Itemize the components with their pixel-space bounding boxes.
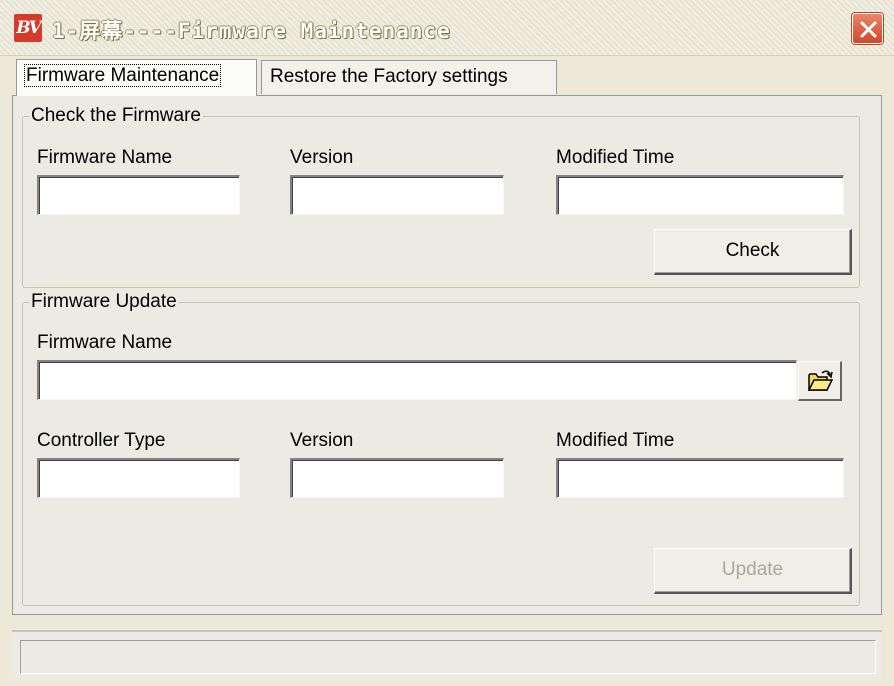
firmware-path-field[interactable] (37, 360, 797, 400)
controller-type-label: Controller Type (37, 430, 166, 451)
status-bar (12, 630, 882, 678)
update-button[interactable]: Update (654, 548, 852, 594)
modified-time-label: Modified Time (556, 147, 675, 168)
app-icon: BV (14, 14, 42, 42)
browse-button[interactable] (798, 361, 842, 401)
check-button[interactable]: Check (654, 229, 852, 275)
controller-type-field[interactable] (37, 458, 240, 498)
close-button[interactable] (852, 13, 883, 44)
update-version-label: Version (290, 430, 354, 451)
title-bar[interactable]: BV 1-屏幕----Firmware Maintenance (0, 0, 894, 56)
update-modified-time-field[interactable] (556, 458, 844, 498)
tab-label: Restore the Factory settings (270, 66, 508, 87)
group-legend: Check the Firmware (29, 105, 203, 127)
status-panel (20, 640, 876, 674)
firmware-name-label: Firmware Name (37, 147, 173, 168)
close-icon (860, 21, 877, 38)
folder-open-icon (807, 370, 833, 391)
tab-firmware-maintenance[interactable]: Firmware Maintenance (16, 59, 257, 96)
modified-time-field[interactable] (556, 175, 844, 215)
firmware-name-field[interactable] (37, 175, 240, 215)
group-legend: Firmware Update (29, 291, 179, 313)
version-field[interactable] (290, 175, 504, 215)
update-firmware-name-label: Firmware Name (37, 332, 173, 353)
tab-label: Firmware Maintenance (23, 64, 222, 87)
version-label: Version (290, 147, 354, 168)
update-modified-time-label: Modified Time (556, 430, 675, 451)
update-version-field[interactable] (290, 458, 504, 498)
tab-restore-factory-settings[interactable]: Restore the Factory settings (261, 60, 557, 94)
window-title: 1-屏幕----Firmware Maintenance (52, 19, 451, 43)
